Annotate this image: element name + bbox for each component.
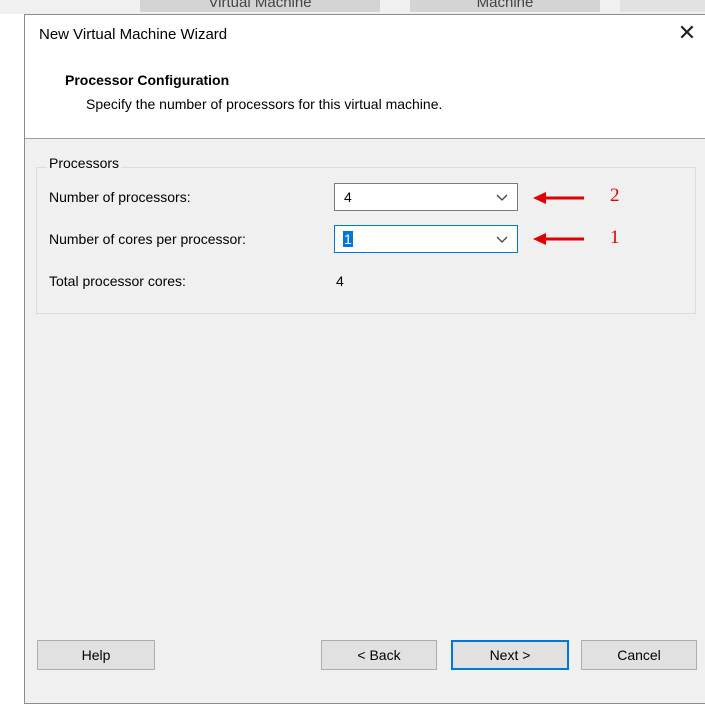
annotation-arrow-icon <box>533 192 584 204</box>
total-processor-cores-label: Total processor cores: <box>49 273 186 289</box>
annotation-number: 2 <box>610 185 620 206</box>
cores-per-processor-label: Number of cores per processor: <box>49 231 246 247</box>
background-window-title: Machine <box>410 0 600 12</box>
annotation-number: 1 <box>610 227 620 248</box>
num-processors-value: 4 <box>344 189 352 205</box>
chevron-down-icon <box>496 236 508 243</box>
total-processor-cores-value: 4 <box>336 273 344 289</box>
annotation-arrow-icon <box>533 233 584 245</box>
background-window-edge <box>620 0 705 12</box>
help-button[interactable]: Help <box>37 640 155 670</box>
title-bar: New Virtual Machine Wizard ✕ <box>25 15 705 55</box>
cores-per-processor-select[interactable]: 1 <box>334 225 518 253</box>
page-subtitle: Specify the number of processors for thi… <box>86 96 443 112</box>
dialog-title: New Virtual Machine Wizard <box>39 26 228 43</box>
background-window-strip: Virtual Machine Machine <box>0 0 705 14</box>
cores-per-processor-value: 1 <box>343 231 353 247</box>
chevron-down-icon <box>496 194 508 201</box>
wizard-header: Processor Configuration Specify the numb… <box>25 55 705 139</box>
page-title: Processor Configuration <box>65 72 230 88</box>
close-icon[interactable]: ✕ <box>675 21 699 45</box>
processors-group-label: Processors <box>47 153 122 173</box>
num-processors-label: Number of processors: <box>49 189 191 205</box>
background-window-title: Virtual Machine <box>140 0 380 12</box>
next-button[interactable]: Next > <box>451 640 569 670</box>
wizard-dialog: New Virtual Machine Wizard ✕ Processor C… <box>24 14 705 704</box>
num-processors-select[interactable]: 4 <box>334 183 518 211</box>
cancel-button[interactable]: Cancel <box>581 640 697 670</box>
back-button[interactable]: < Back <box>321 640 437 670</box>
